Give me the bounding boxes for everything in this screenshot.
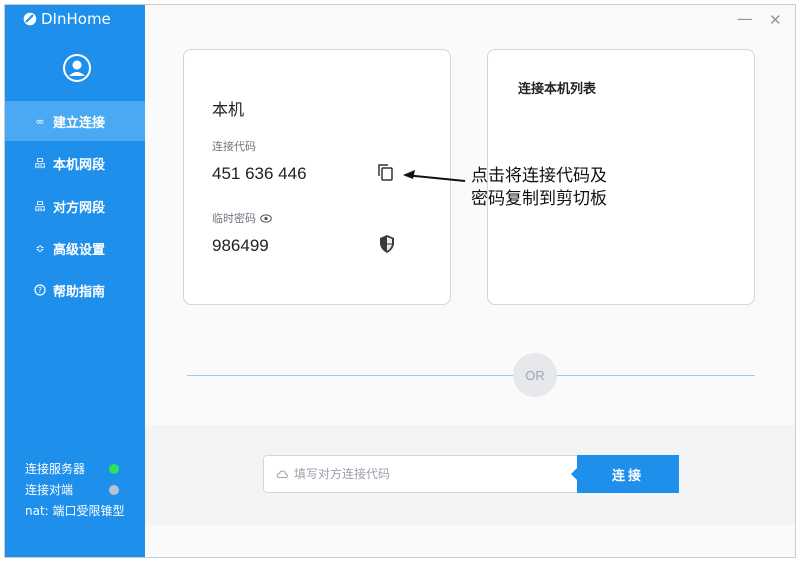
server-status-dot	[109, 464, 119, 474]
connected-list-title: 连接本机列表	[518, 82, 597, 97]
sidebar-item-label: 帮助指南	[53, 284, 106, 300]
annotation-arrow	[403, 170, 466, 182]
sidebar-item-connect[interactable]: ∞ 建立连接	[5, 101, 145, 141]
nat-type: nat: 端口受限锥型	[25, 502, 125, 519]
logo-icon	[23, 12, 37, 26]
annotation-line-1: 点击将连接代码及	[471, 166, 607, 186]
temp-password: 986499	[212, 236, 269, 255]
sidebar-item-peer-network[interactable]: 品 对方网段	[5, 186, 145, 226]
password-label-row: 临时密码	[212, 210, 272, 226]
shield-icon[interactable]	[378, 234, 396, 254]
sidebar-item-help[interactable]: ? 帮助指南	[5, 270, 145, 310]
server-status-label: 连接服务器	[25, 462, 86, 476]
peer-status-label: 连接对端	[25, 483, 74, 497]
sidebar-item-advanced-settings[interactable]: ≎ 高级设置	[5, 228, 145, 268]
minimize-button[interactable]: —	[737, 11, 753, 27]
app-window: DInHome ∞ 建立连接 品 本机网段 品 对方网段 ≎ 高级设置 ? 帮助…	[4, 4, 796, 558]
sliders-icon: ≎	[35, 241, 45, 255]
connect-button[interactable]: 连接	[571, 455, 679, 493]
peer-code-input[interactable]	[294, 467, 554, 481]
app-brand: DInHome	[23, 10, 111, 28]
sidebar-item-label: 高级设置	[53, 242, 106, 258]
or-divider: OR	[513, 353, 557, 397]
sidebar-item-label: 建立连接	[53, 115, 106, 131]
svg-text:?: ?	[38, 286, 42, 295]
nat-type-text: nat: 端口受限锥型	[25, 504, 125, 518]
connection-code: 451 636 446	[212, 164, 307, 183]
cloud-icon	[276, 470, 288, 478]
password-label: 临时密码	[212, 212, 256, 225]
network-icon: 品	[34, 157, 46, 170]
close-button[interactable]: ✕	[769, 11, 783, 29]
sidebar-item-label: 对方网段	[53, 200, 106, 216]
network-icon: 品	[34, 200, 46, 213]
copy-icon[interactable]	[376, 162, 396, 182]
help-icon: ?	[33, 283, 47, 297]
annotation-text: 点击将连接代码及 密码复制到剪切板	[471, 165, 651, 211]
sidebar-item-label: 本机网段	[53, 157, 106, 173]
peer-status: 连接对端	[25, 481, 119, 498]
server-status: 连接服务器	[25, 460, 119, 477]
peer-status-dot	[109, 485, 119, 495]
local-title: 本机	[212, 100, 245, 119]
peer-code-field[interactable]	[263, 455, 581, 493]
link-icon: ∞	[35, 114, 45, 128]
divider-right	[557, 375, 755, 376]
code-label: 连接代码	[212, 140, 256, 153]
avatar-icon[interactable]	[62, 53, 92, 83]
sidebar-item-local-network[interactable]: 品 本机网段	[5, 143, 145, 183]
divider-left	[187, 375, 513, 376]
eye-icon[interactable]	[260, 213, 272, 223]
app-title: DInHome	[41, 10, 111, 28]
annotation-line-2: 密码复制到剪切板	[471, 189, 607, 209]
sidebar: DInHome ∞ 建立连接 品 本机网段 品 对方网段 ≎ 高级设置 ? 帮助…	[5, 5, 145, 557]
